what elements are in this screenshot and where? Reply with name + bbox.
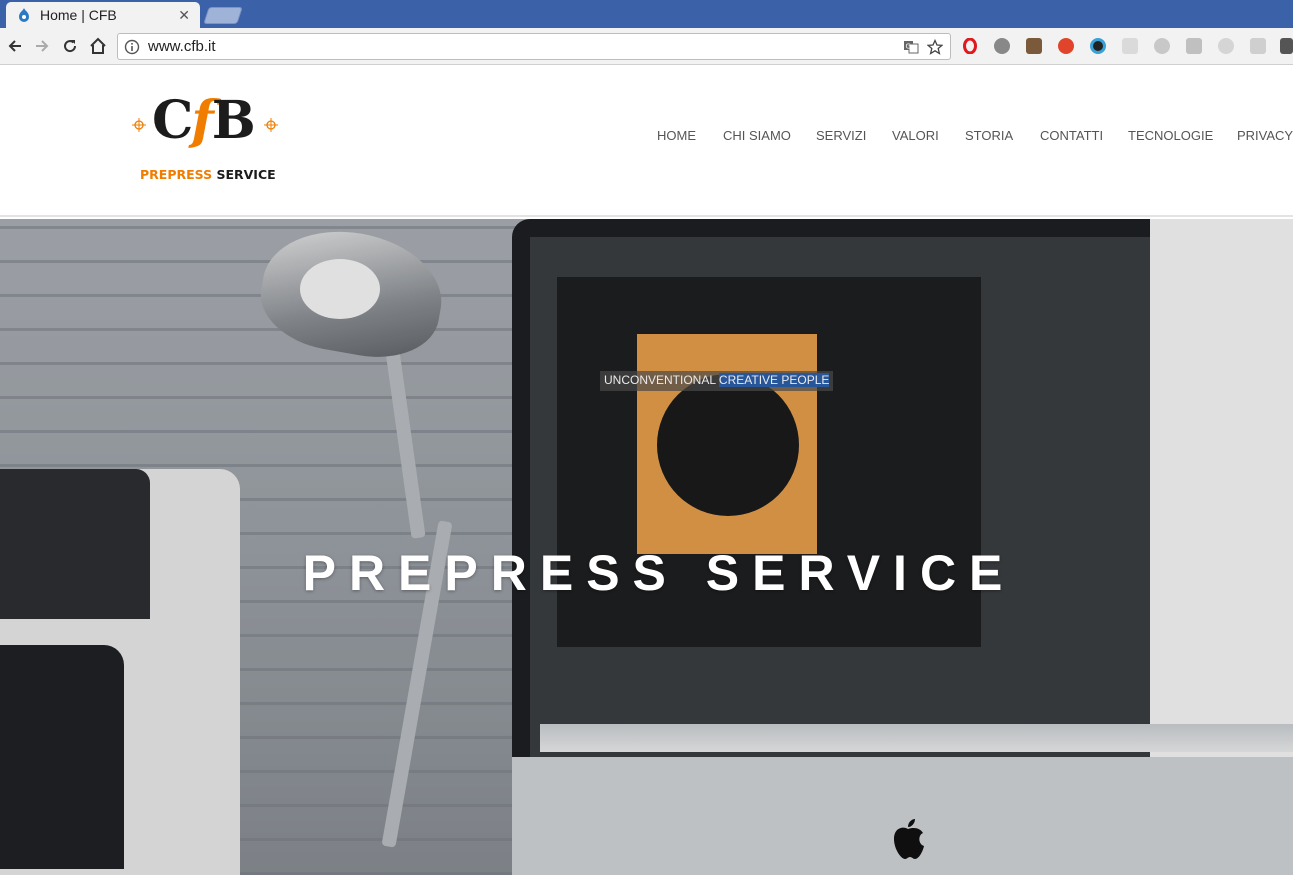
back-button[interactable] xyxy=(4,35,26,57)
home-button[interactable] xyxy=(87,35,109,57)
film-reel-extension-icon[interactable] xyxy=(994,38,1010,54)
arrow-left-icon xyxy=(8,40,21,52)
toggle-extension-icon[interactable] xyxy=(1154,38,1170,54)
opera-extension-icon[interactable] xyxy=(962,37,978,55)
nav-valori[interactable]: VALORI xyxy=(892,128,939,143)
home-icon xyxy=(90,37,106,54)
site-header: CfB PREPRESS SERVICE HOME CHI SIAMO SERV… xyxy=(0,65,1293,217)
circle-extension-icon[interactable] xyxy=(1218,38,1234,54)
arrow-right-icon xyxy=(36,40,49,52)
nav-storia[interactable]: STORIA xyxy=(965,128,1013,143)
nav-servizi[interactable]: SERVIZI xyxy=(816,128,866,143)
nav-home[interactable]: HOME xyxy=(657,128,696,143)
logo-sub-prepress: PREPRESS xyxy=(140,167,213,182)
logo-subtitle: PREPRESS SERVICE xyxy=(140,167,276,182)
bookmark-extension-icon[interactable] xyxy=(1186,38,1202,54)
translate-icon[interactable]: G xyxy=(902,38,920,56)
tab-title: Home | CFB xyxy=(40,7,117,23)
new-tab-button[interactable] xyxy=(203,7,243,24)
menu-extension-icon[interactable] xyxy=(1280,38,1293,54)
tab-close-icon[interactable]: ✕ xyxy=(178,7,190,24)
color-wheel-extension-icon[interactable] xyxy=(1090,38,1106,54)
rss-extension-icon[interactable] xyxy=(1250,38,1266,54)
hero-banner: UNCONVENTIONAL CREATIVE PEOPLE PREPRESS … xyxy=(0,219,1293,875)
browser-tab-active[interactable]: Home | CFB ✕ xyxy=(6,2,200,28)
colorful-extension-icon[interactable] xyxy=(1058,38,1074,54)
address-bar[interactable]: www.cfb.it G xyxy=(117,33,951,60)
info-icon[interactable] xyxy=(124,39,140,55)
nav-contatti[interactable]: CONTATTI xyxy=(1040,128,1103,143)
dropbox-extension-icon[interactable] xyxy=(1122,38,1138,54)
forward-button[interactable] xyxy=(31,35,53,57)
svg-text:G: G xyxy=(906,42,911,50)
browser-tabstrip: Home | CFB ✕ xyxy=(0,0,1293,28)
browser-toolbar: www.cfb.it G xyxy=(0,28,1293,65)
main-nav: HOME CHI SIAMO SERVIZI VALORI STORIA CON… xyxy=(0,128,1293,148)
nav-privacy[interactable]: PRIVACY xyxy=(1237,128,1293,143)
drupal-favicon-icon xyxy=(19,8,29,22)
logo-sub-service: SERVICE xyxy=(216,167,276,182)
nav-chi-siamo[interactable]: CHI SIAMO xyxy=(723,128,791,143)
reload-icon xyxy=(64,40,77,53)
camera-extension-icon[interactable] xyxy=(1026,38,1042,54)
star-icon[interactable] xyxy=(926,38,944,56)
url-text[interactable]: www.cfb.it xyxy=(148,38,902,55)
reload-button[interactable] xyxy=(59,35,81,57)
hero-title: PREPRESS SERVICE xyxy=(302,545,1016,601)
nav-tecnologie[interactable]: TECNOLOGIE xyxy=(1128,128,1213,143)
